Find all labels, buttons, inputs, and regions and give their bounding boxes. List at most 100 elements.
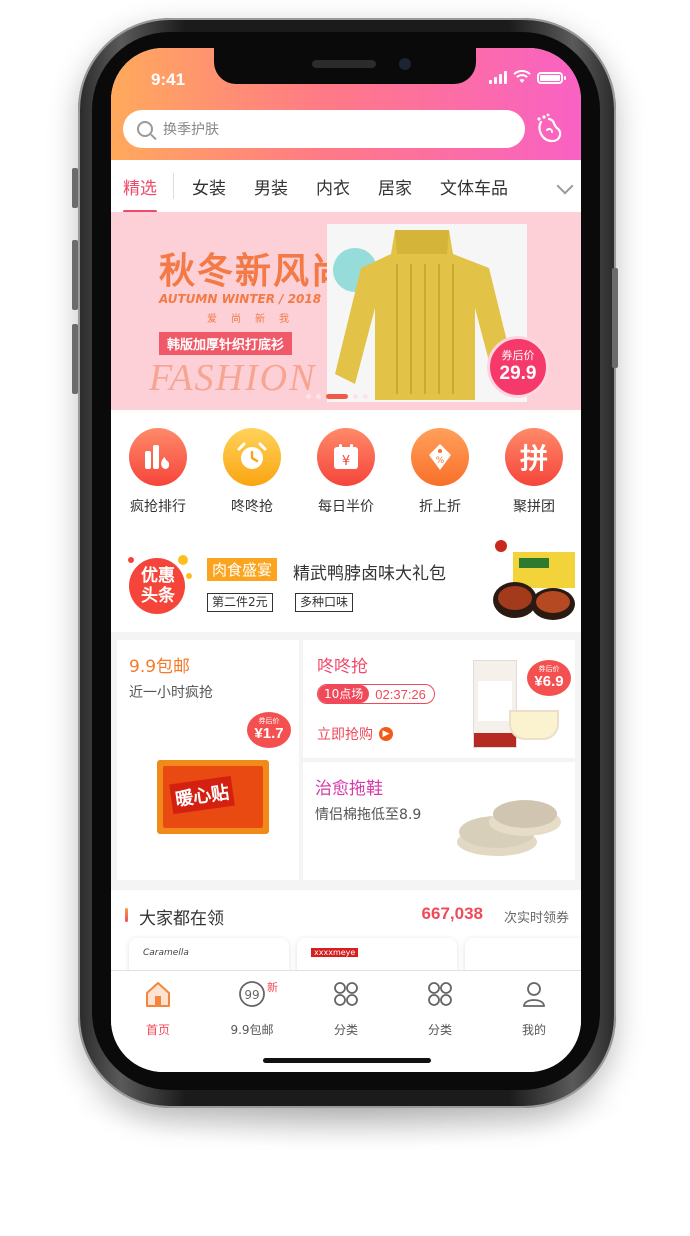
status-time: 9:41: [151, 70, 186, 89]
mute-switch: [72, 168, 78, 208]
entry-dongdong[interactable]: 咚咚抢: [212, 428, 292, 516]
coupon-brand: xxxxmeye: [311, 948, 359, 957]
carousel-dots: [306, 394, 368, 399]
hero-banner[interactable]: 秋冬新风尚 AUTUMN WINTER / 2018 爱尚新我 韩版加厚针织打底…: [111, 212, 581, 410]
carousel-dot[interactable]: [316, 394, 321, 399]
entry-label: 每日半价: [318, 499, 374, 515]
price-badge-label: 券后价: [501, 349, 535, 362]
entry-half-price[interactable]: ¥ 每日半价: [306, 428, 386, 516]
grid-icon: [428, 982, 452, 1006]
timer-session: 10点场: [318, 685, 370, 703]
search-icon: [137, 121, 153, 137]
promo-subtitle: 情侣棉拖低至8.9: [315, 807, 422, 823]
tab-women[interactable]: 女装: [178, 174, 240, 199]
group-buy-glyph: 拼: [519, 442, 548, 475]
price-badge: 券后价 ¥1.7: [247, 712, 291, 748]
signal-icon: [489, 70, 507, 84]
duck-neck-product-image: [489, 538, 581, 626]
nav-label: 首页: [145, 1023, 170, 1037]
tab-stationery-auto[interactable]: 文体车品: [426, 174, 522, 199]
price-badge-value: ¥6.9: [534, 673, 564, 690]
price-badge-value: 29.9: [499, 363, 537, 384]
banner-fashion-text: FASHION: [149, 357, 317, 399]
tab-men[interactable]: 男装: [240, 174, 302, 199]
nav-label: 9.9包邮: [230, 1023, 274, 1037]
entry-label: 折上折: [419, 499, 461, 515]
footprint-icon[interactable]: [533, 112, 567, 146]
nine-nine-icon: 99: [239, 981, 265, 1007]
banner-tag: 韩版加厚针织打底衫: [159, 332, 293, 355]
carousel-dot[interactable]: [363, 394, 368, 399]
headline-chip: 多种口味: [295, 593, 354, 612]
category-tabs: 精选 女装 男装 内衣 居家 文体车品: [111, 160, 581, 213]
arrow-right-icon: ▶: [379, 727, 393, 741]
headline-logo-text: 优惠头条: [141, 566, 175, 606]
discount-tag-icon: %: [411, 428, 469, 486]
tea-cup-image: [509, 710, 559, 740]
grid-icon: [334, 982, 358, 1006]
coupon-brand: Caramella: [143, 948, 189, 958]
timer-value: 02:37:26: [375, 686, 426, 702]
buy-now-label: 立即抢购: [317, 727, 373, 743]
bottom-tab-bar: 首页 99 新 9.9包邮 分类 分类 我的: [111, 970, 581, 1072]
headline-chip: 第二件2元: [207, 593, 273, 612]
section-accent-bar: [125, 908, 128, 922]
search-bar[interactable]: 换季护肤: [123, 110, 525, 148]
promo-title: 治愈拖鞋: [315, 779, 383, 799]
countdown-timer: 10点场 02:37:26: [317, 684, 435, 704]
nav-category-2[interactable]: 分类: [393, 979, 487, 1038]
hand-warmer-image: 暖心贴: [157, 760, 269, 834]
tea-bag-image: [473, 660, 517, 748]
promo-grid: 9.9包邮 近一小时疯抢 券后价 ¥1.7 暖心贴 咚咚抢 10点场 02:37…: [111, 636, 581, 884]
carousel-dot-active[interactable]: [326, 394, 348, 399]
status-icons: [489, 70, 566, 84]
quick-entry-row: 疯抢排行 咚咚抢 ¥ 每日半价 % 折上折 拼 聚拼团: [111, 410, 581, 528]
headline-news[interactable]: 优惠头条 肉食盛宴 精武鸭脖卤味大礼包 第二件2元 多种口味: [111, 528, 581, 632]
headline-tag: 肉食盛宴: [207, 558, 278, 581]
volume-up-button: [72, 240, 78, 310]
tab-home[interactable]: 居家: [364, 174, 426, 199]
calendar-yen-icon: ¥: [317, 428, 375, 486]
banner-subtitle-cn: 爱尚新我: [207, 314, 303, 325]
promo-card-dongdong[interactable]: 咚咚抢 10点场 02:37:26 立即抢购 ▶ 券后价 ¥6.9: [303, 640, 575, 758]
search-placeholder: 换季护肤: [163, 122, 219, 138]
app-screen: 9:41 换季护肤 精选 女装 男装 内衣 居家 文体车品 秋冬新风尚 AUTU…: [111, 48, 581, 1072]
coupon-count: 667,038: [421, 904, 483, 923]
entry-group-buy[interactable]: 拼 聚拼团: [494, 428, 574, 516]
price-badge: 券后价 ¥6.9: [527, 660, 571, 696]
nav-home[interactable]: 首页: [111, 979, 205, 1038]
nav-99[interactable]: 99 新 9.9包邮: [205, 979, 299, 1038]
svg-text:¥: ¥: [342, 454, 350, 469]
entry-label: 疯抢排行: [130, 499, 186, 515]
nav-label: 分类: [333, 1023, 358, 1037]
power-button: [612, 268, 618, 368]
headline-logo: 优惠头条: [121, 546, 197, 616]
volume-down-button: [72, 324, 78, 394]
price-badge: 券后价 29.9: [487, 336, 549, 398]
tab-featured[interactable]: 精选: [111, 174, 169, 213]
banner-title: 秋冬新风尚: [159, 250, 350, 291]
svg-text:%: %: [436, 456, 445, 466]
carousel-dot[interactable]: [306, 394, 311, 399]
battery-icon: [537, 72, 566, 84]
buy-now-link[interactable]: 立即抢购 ▶: [317, 724, 393, 744]
home-icon: [146, 982, 170, 1007]
promo-card-99[interactable]: 9.9包邮 近一小时疯抢 券后价 ¥1.7 暖心贴: [117, 640, 299, 880]
carousel-dot[interactable]: [353, 394, 358, 399]
front-camera: [399, 58, 411, 70]
home-indicator[interactable]: [263, 1058, 431, 1063]
section-title: 大家都在领: [139, 909, 224, 929]
group-buy-icon: 拼: [505, 428, 563, 486]
nav-category[interactable]: 分类: [299, 979, 393, 1038]
headline-title: 精武鸭脖卤味大礼包: [293, 564, 446, 584]
tab-divider: [173, 173, 174, 199]
entry-discount[interactable]: % 折上折: [400, 428, 480, 516]
promo-card-slippers[interactable]: 治愈拖鞋 情侣棉拖低至8.9: [303, 762, 575, 880]
promo-title: 9.9包邮: [129, 657, 191, 677]
tab-underwear[interactable]: 内衣: [302, 174, 364, 199]
entry-label: 咚咚抢: [231, 499, 273, 515]
entry-ranking[interactable]: 疯抢排行: [118, 428, 198, 516]
slippers-image: [457, 800, 561, 856]
nav-profile[interactable]: 我的: [487, 979, 581, 1038]
entry-label: 聚拼团: [513, 499, 555, 515]
